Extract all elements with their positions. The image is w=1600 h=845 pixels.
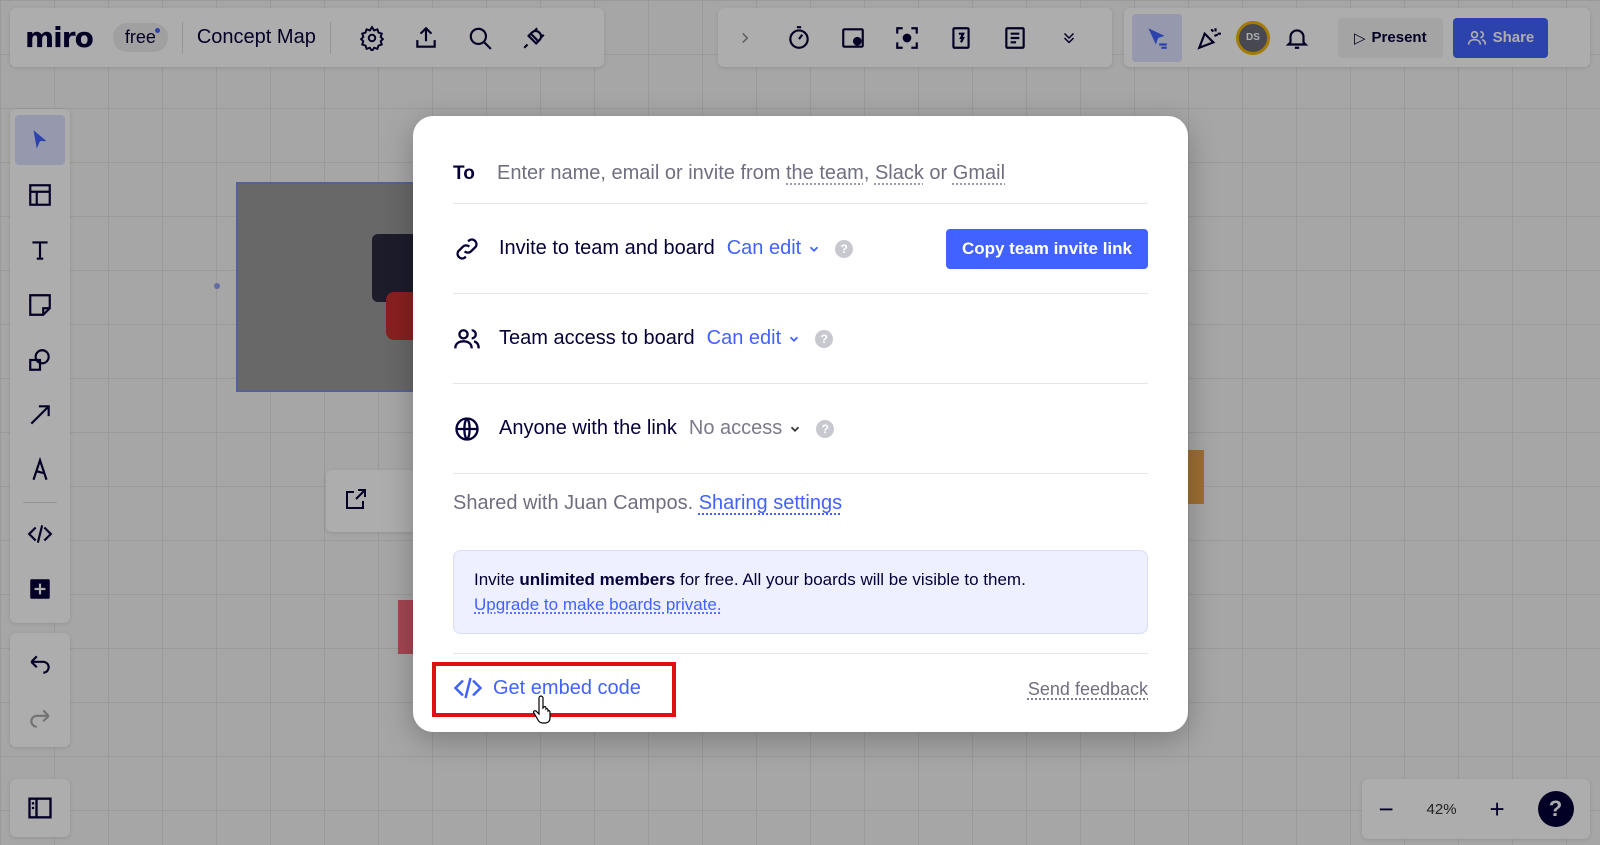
upgrade-text-bold: unlimited members (519, 570, 676, 589)
or-text: or (929, 162, 948, 184)
copy-invite-link-button[interactable]: Copy team invite link (945, 228, 1148, 269)
upgrade-info-box: Invite unlimited members for free. All y… (453, 550, 1148, 634)
footer-divider (453, 653, 1148, 654)
team-access-label: Team access to board (499, 327, 695, 349)
share-dialog: To Enter name, email or invite from the … (413, 116, 1188, 732)
invite-row-label: Invite to team and board (499, 237, 715, 259)
slack-link[interactable]: Slack (875, 162, 924, 184)
upgrade-text-post: for free. All your boards will be visibl… (679, 570, 1026, 589)
link-permission-value: No access (688, 417, 783, 439)
team-access-row: Team access to board Can edit ? (453, 294, 1148, 384)
team-permission-dropdown[interactable]: Can edit (707, 327, 802, 350)
send-feedback-link[interactable]: Send feedback (1028, 679, 1148, 700)
upgrade-info-text: Invite unlimited members for free. All y… (474, 567, 1127, 592)
chevron-down-icon (791, 426, 800, 432)
invite-recipient-row: To Enter name, email or invite from the … (453, 154, 1148, 204)
to-label: To (453, 162, 475, 184)
team-permission-value: Can edit (706, 327, 782, 349)
globe-icon (453, 415, 499, 443)
recipient-input[interactable]: Enter name, email or invite from the tea… (497, 162, 1005, 185)
recipient-placeholder: Enter name, email or invite from (497, 162, 781, 184)
link-access-label: Anyone with the link (499, 417, 677, 439)
team-link[interactable]: the team (786, 162, 864, 184)
shared-with-text: Shared with Juan Campos. (453, 492, 694, 514)
link-access-row: Anyone with the link No access ? (453, 384, 1148, 474)
upgrade-text-pre: Invite (474, 570, 515, 589)
sharing-settings-link[interactable]: Sharing settings (699, 492, 842, 514)
team-users-icon (453, 325, 499, 353)
chevron-down-icon (810, 246, 819, 252)
comma-separator: , (863, 162, 870, 184)
link-icon (453, 235, 499, 263)
help-icon[interactable]: ? (815, 329, 834, 348)
invite-permission-dropdown[interactable]: Can edit (727, 237, 822, 260)
invite-team-board-row: Invite to team and board Can edit ? Copy… (453, 204, 1148, 294)
help-icon[interactable]: ? (835, 239, 854, 258)
chevron-down-icon (790, 336, 799, 342)
link-permission-dropdown[interactable]: No access (689, 417, 802, 440)
gmail-link[interactable]: Gmail (953, 162, 1005, 184)
shared-with-line: Shared with Juan Campos. Sharing setting… (453, 492, 842, 515)
invite-permission-value: Can edit (726, 237, 802, 259)
hand-pointer-icon (533, 695, 551, 724)
help-icon[interactable]: ? (816, 419, 835, 438)
upgrade-link[interactable]: Upgrade to make boards private. (474, 595, 722, 614)
